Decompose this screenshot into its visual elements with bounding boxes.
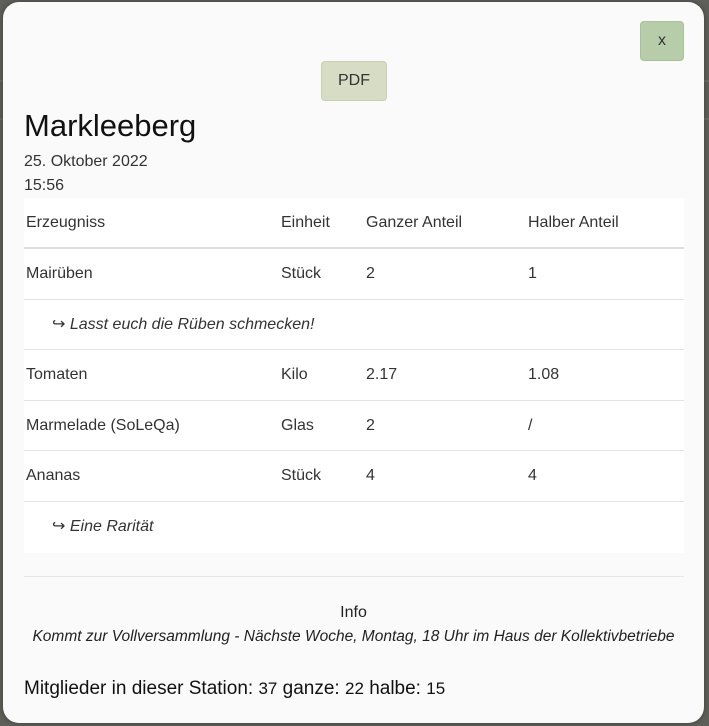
column-header-unit: Einheit bbox=[281, 214, 330, 231]
unit-cell: Stück bbox=[281, 265, 322, 282]
table-note-row: ↪ Eine Rarität bbox=[24, 502, 684, 553]
unit-cell: Stück bbox=[281, 467, 322, 485]
table-note-row: ↪ Lasst euch die Rüben schmecken! bbox=[24, 300, 684, 351]
info-message: Kommt zur Vollversammlung - Nächste Woch… bbox=[32, 628, 675, 645]
half-share-cell: 1 bbox=[528, 265, 537, 282]
distribution-table: Erzeugniss Einheit Ganzer Anteil Halber … bbox=[24, 198, 684, 553]
full-share-cell: 2 bbox=[366, 265, 375, 282]
product-cell: Mairüben bbox=[26, 265, 93, 282]
column-header-full-share: Ganzer Anteil bbox=[366, 214, 463, 231]
table-row: Tomaten Kilo 2.17 1.08 bbox=[24, 350, 684, 401]
half-share-cell: / bbox=[528, 416, 533, 434]
half-members-count: 15 bbox=[426, 679, 446, 698]
product-cell: Marmelade (SoLeQa) bbox=[26, 416, 180, 434]
full-members-count: 22 bbox=[344, 679, 364, 698]
table-row: Marmelade (SoLeQa) Glas 2 / bbox=[24, 401, 684, 452]
product-note: ↪ Lasst euch die Rüben schmecken! bbox=[52, 315, 315, 333]
full-share-cell: 2.17 bbox=[366, 366, 398, 384]
unit-cell: Kilo bbox=[281, 366, 308, 384]
half-members-label: halbe: bbox=[369, 678, 421, 699]
product-note: ↪ Eine Rarität bbox=[52, 517, 154, 535]
member-count: 37 bbox=[258, 679, 278, 698]
full-share-cell: 2 bbox=[366, 416, 375, 434]
date-text: 25. Oktober 2022 bbox=[24, 153, 148, 170]
full-share-cell: 4 bbox=[366, 467, 375, 485]
table-header-row: Erzeugniss Einheit Ganzer Anteil Halber … bbox=[24, 198, 684, 249]
half-share-cell: 1.08 bbox=[528, 366, 560, 384]
table-row: Ananas Stück 4 4 bbox=[24, 451, 684, 502]
station-modal: x PDF Markleeberg 25. Oktober 2022 15:56… bbox=[3, 2, 704, 723]
product-cell: Tomaten bbox=[26, 366, 88, 384]
full-members-label: ganze: bbox=[282, 678, 340, 699]
info-heading: Info bbox=[340, 604, 367, 621]
column-header-half-share: Halber Anteil bbox=[528, 214, 619, 231]
section-divider bbox=[24, 576, 684, 577]
member-summary: Mitglieder in dieser Station: 37 ganze: … bbox=[24, 678, 445, 700]
half-share-cell: 4 bbox=[528, 467, 537, 485]
column-header-product: Erzeugniss bbox=[26, 214, 106, 231]
close-button[interactable]: x bbox=[640, 21, 684, 61]
product-cell: Ananas bbox=[26, 467, 81, 485]
pdf-button[interactable]: PDF bbox=[321, 61, 387, 101]
table-row: Mairüben Stück 2 1 bbox=[24, 249, 684, 300]
time-text: 15:56 bbox=[24, 177, 65, 194]
member-label: Mitglieder in dieser Station: bbox=[24, 678, 254, 699]
station-title: Markleeberg bbox=[24, 108, 197, 143]
unit-cell: Glas bbox=[281, 416, 314, 434]
